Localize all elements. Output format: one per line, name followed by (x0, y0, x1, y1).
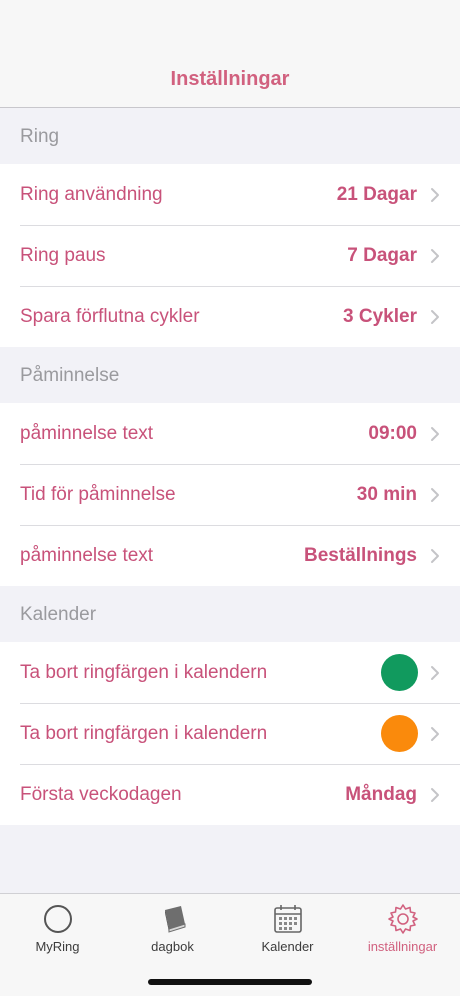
page-title: Inställningar (170, 68, 290, 90)
chevron-right-icon (431, 187, 439, 202)
chevron-right-icon (431, 248, 439, 263)
first-weekday-label: Första veckodagen (20, 783, 182, 805)
navigation-bar: Inställningar (0, 0, 460, 108)
tab-installningar[interactable]: inställningar (345, 894, 460, 964)
ring-color-swatch[interactable] (381, 654, 418, 691)
reminder-text-row[interactable]: påminnelse text 09:00 (0, 403, 460, 464)
reminder-time-row[interactable]: Tid för påminnelse 30 min (0, 464, 460, 525)
chevron-right-icon (431, 309, 439, 324)
ring-usage-row[interactable]: Ring användning 21 Dagar (0, 164, 460, 225)
ring-color-swatch[interactable] (381, 715, 418, 752)
tab-label: Kalender (261, 939, 314, 954)
reminder-time-label: Tid för påminnelse (20, 483, 176, 505)
saved-cycles-label: Spara förflutna cykler (20, 305, 200, 327)
reminder-order-value: Beställnings (304, 544, 417, 566)
ring-icon (43, 905, 72, 933)
calendar-settings-group: Ta bort ringfärgen i kalendern Ta bort r… (0, 642, 460, 825)
calendar-icon (273, 905, 302, 933)
reminder-time-value: 30 min (356, 483, 417, 505)
tab-label: MyRing (35, 939, 80, 954)
chevron-right-icon (431, 487, 439, 502)
first-weekday-row[interactable]: Första veckodagen Måndag (0, 764, 460, 825)
section-header-ring: Ring (20, 126, 60, 147)
reminder-text-label: påminnelse text (20, 422, 154, 444)
ring-color-label: Ta bort ringfärgen i kalendern (20, 661, 268, 683)
tab-kalender[interactable]: Kalender (230, 894, 345, 964)
ring-usage-value: 21 Dagar (336, 183, 417, 205)
reminder-order-row[interactable]: påminnelse text Beställnings (0, 525, 460, 586)
saved-cycles-row[interactable]: Spara förflutna cykler 3 Cykler (0, 286, 460, 347)
chevron-right-icon (431, 665, 439, 680)
reminder-settings-group: påminnelse text 09:00 Tid för påminnelse… (0, 403, 460, 586)
chevron-right-icon (431, 726, 439, 741)
tab-dagbok[interactable]: dagbok (115, 894, 230, 964)
tab-label: inställningar (367, 939, 438, 954)
first-weekday-value: Måndag (345, 783, 417, 805)
gear-icon (387, 904, 418, 934)
section-header-calendar: Kalender (20, 604, 97, 625)
ring-color-row-1[interactable]: Ta bort ringfärgen i kalendern (0, 642, 460, 703)
tab-myring[interactable]: MyRing (0, 894, 115, 964)
tab-label: dagbok (151, 939, 194, 954)
section-header-reminder: Påminnelse (20, 365, 120, 386)
reminder-order-label: påminnelse text (20, 544, 154, 566)
ring-settings-group: Ring användning 21 Dagar Ring paus 7 Dag… (0, 164, 460, 347)
chevron-right-icon (431, 548, 439, 563)
ring-usage-label: Ring användning (20, 183, 163, 205)
home-indicator (148, 979, 312, 985)
saved-cycles-value: 3 Cykler (343, 305, 417, 327)
reminder-text-value: 09:00 (368, 422, 417, 444)
chevron-right-icon (431, 787, 439, 802)
ring-color-row-2[interactable]: Ta bort ringfärgen i kalendern (0, 703, 460, 764)
ring-color-label: Ta bort ringfärgen i kalendern (20, 722, 268, 744)
ring-pause-label: Ring paus (20, 244, 106, 266)
ring-pause-value: 7 Dagar (347, 244, 417, 266)
ring-pause-row[interactable]: Ring paus 7 Dagar (0, 225, 460, 286)
chevron-right-icon (431, 426, 439, 441)
book-icon (164, 906, 185, 933)
